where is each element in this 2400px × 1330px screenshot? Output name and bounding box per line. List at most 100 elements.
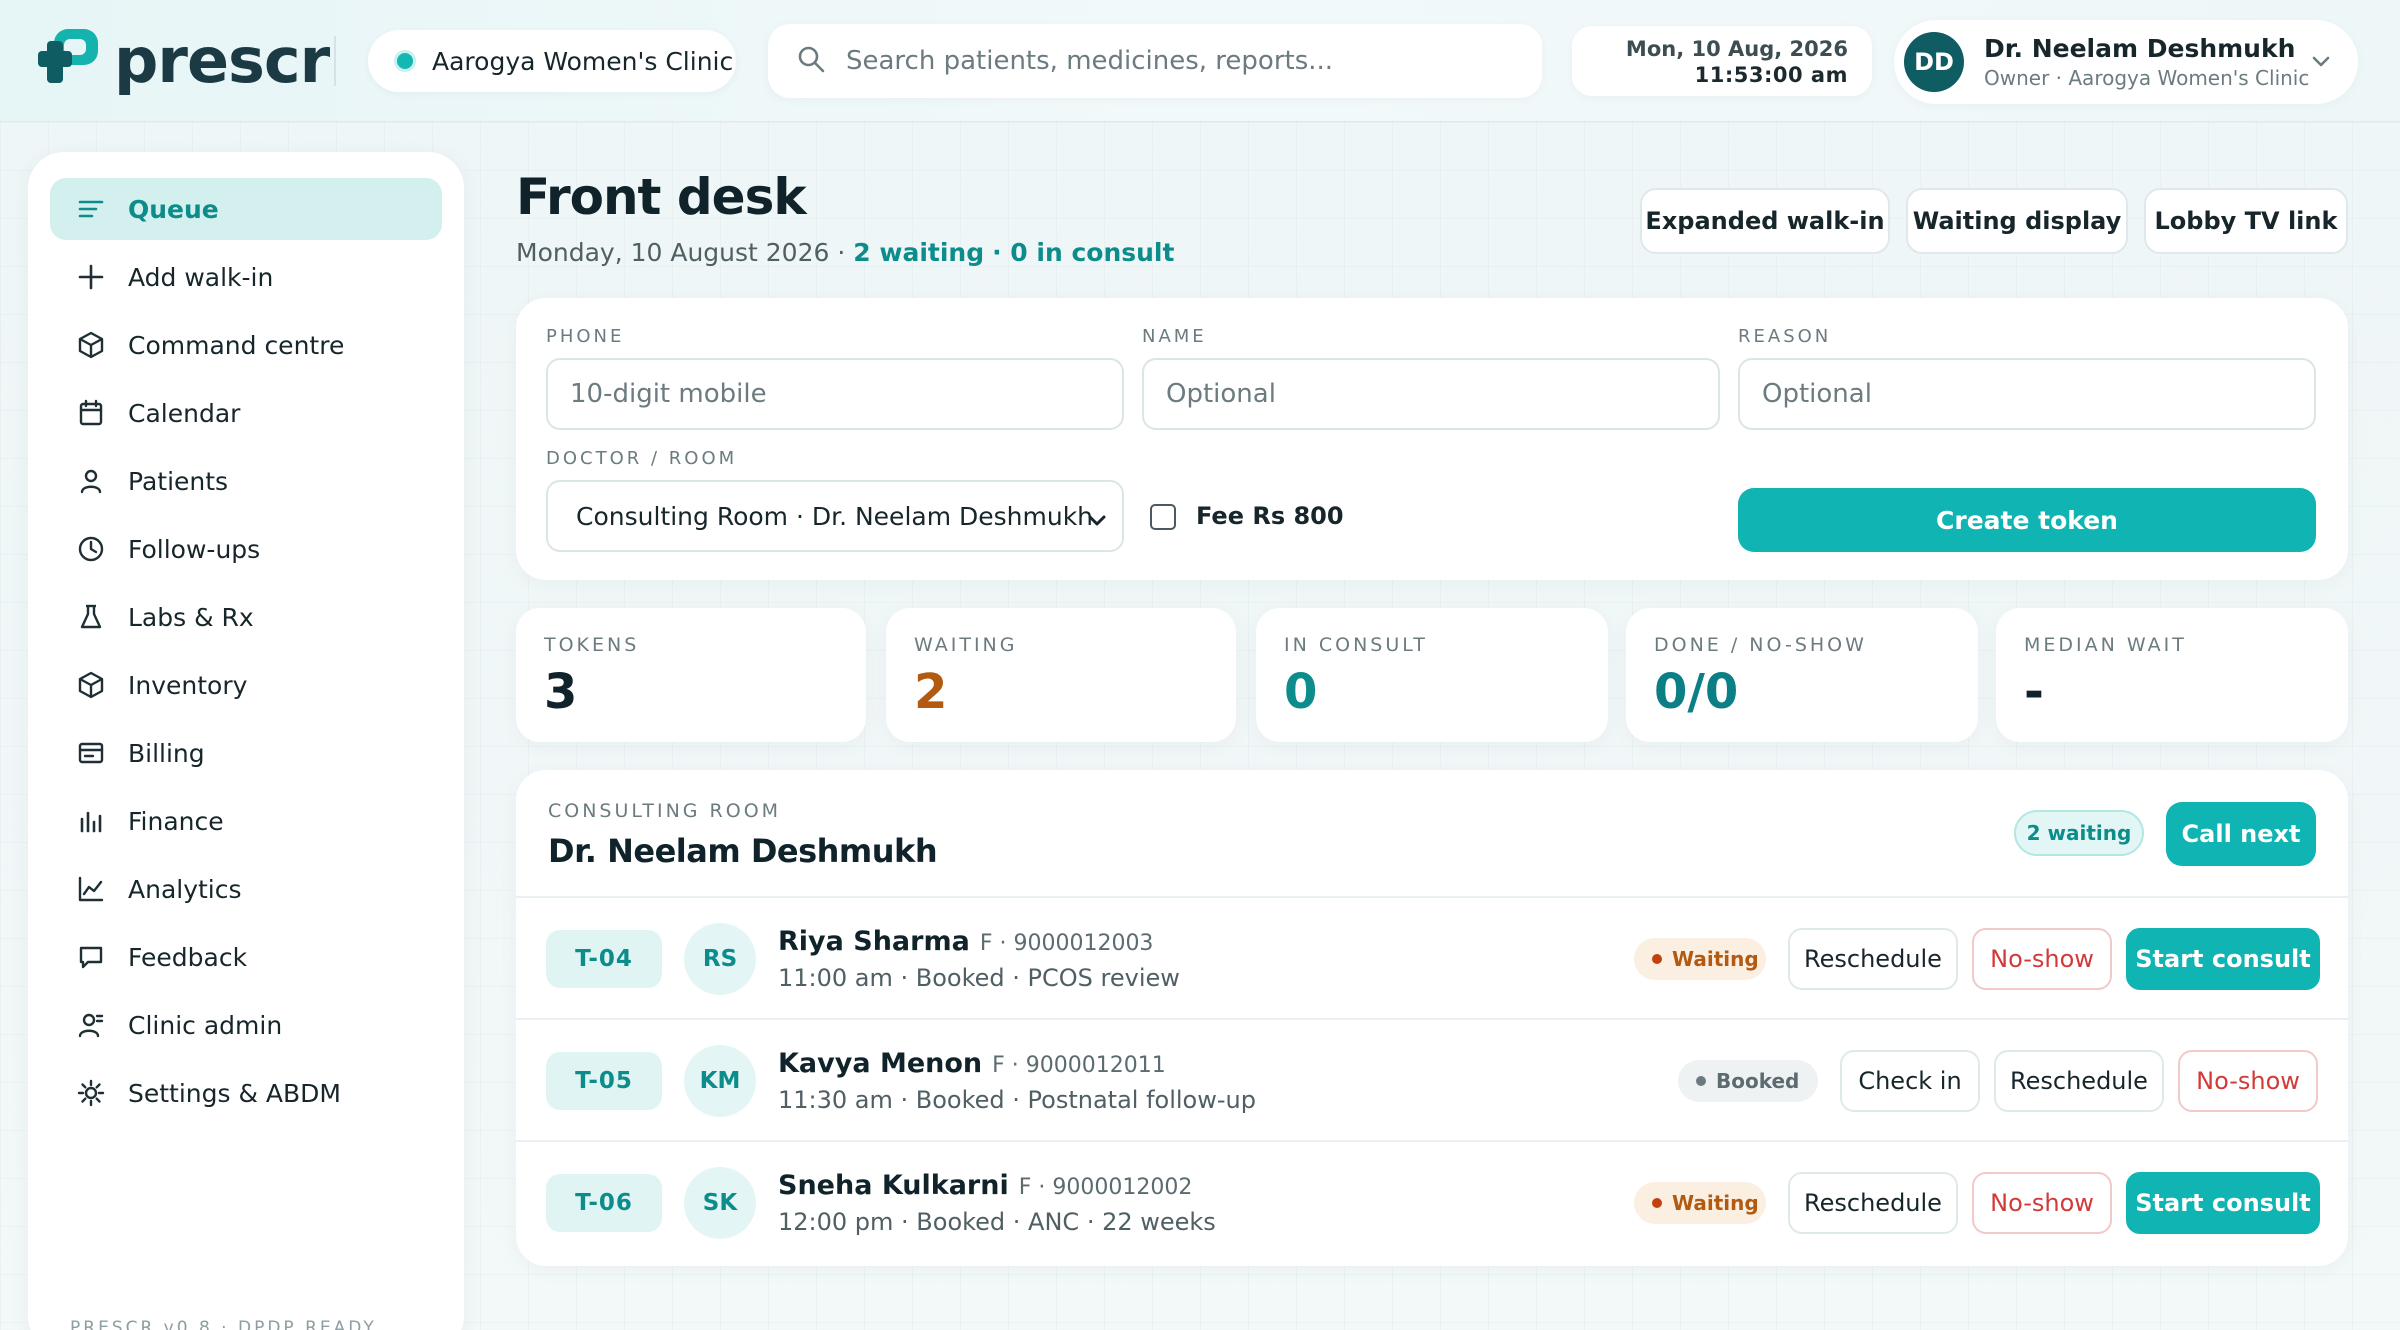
name-input[interactable] <box>1142 358 1720 430</box>
sidebar-item-billing[interactable]: Billing <box>50 722 442 784</box>
stat-median-wait: MEDIAN WAIT - <box>1996 608 2348 742</box>
patient-avatar: RS <box>684 923 756 995</box>
patient-name[interactable]: Riya Sharma F · 9000012003 <box>778 926 1153 957</box>
patient-name-text: Riya Sharma <box>778 926 970 957</box>
subtitle-separator: · <box>837 238 846 267</box>
search-bar[interactable] <box>768 24 1542 98</box>
sidebar-item-follow-ups[interactable]: Follow-ups <box>50 518 442 580</box>
status-dot-icon <box>1696 1076 1706 1086</box>
search-input[interactable] <box>846 46 1486 76</box>
sidebar-item-patients[interactable]: Patients <box>50 450 442 512</box>
user-admin-icon <box>76 1010 106 1040</box>
header-divider <box>516 896 2348 898</box>
gear-icon <box>76 1078 106 1108</box>
waiting-display-button[interactable]: Waiting display <box>1906 188 2128 254</box>
reschedule-button[interactable]: Reschedule <box>1788 928 1958 990</box>
appointment-detail: 11:00 am · Booked · PCOS review <box>778 964 1180 992</box>
sidebar-item-finance[interactable]: Finance <box>50 790 442 852</box>
sidebar-item-label: Labs & Rx <box>128 602 254 632</box>
brand-logo[interactable]: prescr <box>38 28 330 94</box>
patient-name[interactable]: Sneha Kulkarni F · 9000012002 <box>778 1170 1192 1201</box>
queue-icon <box>76 194 106 224</box>
doctor-room-label: DOCTOR / ROOM <box>546 448 738 469</box>
sidebar-item-clinic-admin[interactable]: Clinic admin <box>50 994 442 1056</box>
current-date: Mon, 10 Aug, 2026 <box>1625 37 1848 61</box>
chevron-down-icon <box>2310 50 2332 76</box>
sidebar-item-label: Patients <box>128 466 229 496</box>
patient-name-text: Sneha Kulkarni <box>778 1170 1009 1201</box>
doctor-room-selected: Consulting Room · Dr. Neelam Deshmukh <box>576 501 1094 531</box>
patient-name[interactable]: Kavya Menon F · 9000012011 <box>778 1048 1166 1079</box>
status-text: Waiting <box>1672 947 1759 971</box>
sidebar-item-add-walk-in[interactable]: Add walk-in <box>50 246 442 308</box>
sidebar-item-command-centre[interactable]: Command centre <box>50 314 442 376</box>
sidebar-item-label: Settings & ABDM <box>128 1078 342 1108</box>
consulting-room-card: CONSULTING ROOM Dr. Neelam Deshmukh 2 wa… <box>516 770 2348 1266</box>
bar-chart-icon <box>76 806 106 836</box>
sidebar-item-settings-abdm[interactable]: Settings & ABDM <box>50 1062 442 1124</box>
sidebar-item-label: Feedback <box>128 942 248 972</box>
phone-input[interactable] <box>546 358 1124 430</box>
plus-icon <box>76 262 106 292</box>
stat-label: WAITING <box>914 634 1018 656</box>
stat-value: 0 <box>1284 664 1318 720</box>
no-show-button[interactable]: No-show <box>2178 1050 2318 1112</box>
sidebar-item-calendar[interactable]: Calendar <box>50 382 442 444</box>
reason-label: REASON <box>1738 326 1832 347</box>
phone-label: PHONE <box>546 326 625 347</box>
fee-checkbox[interactable] <box>1150 504 1176 530</box>
reason-input[interactable] <box>1738 358 2316 430</box>
box-icon <box>76 670 106 700</box>
no-show-button[interactable]: No-show <box>1972 1172 2112 1234</box>
stat-value: 2 <box>914 664 948 720</box>
user-icon <box>76 466 106 496</box>
calendar-icon <box>76 398 106 428</box>
lobby-tv-link-button[interactable]: Lobby TV link <box>2144 188 2348 254</box>
doctor-room-select[interactable]: Consulting Room · Dr. Neelam Deshmukh <box>546 480 1124 552</box>
subtitle-waiting: 2 waiting <box>853 238 985 267</box>
sidebar-item-queue[interactable]: Queue <box>50 178 442 240</box>
status-text: Waiting <box>1672 1191 1759 1215</box>
stat-done-no-show: DONE / NO-SHOW 0/0 <box>1626 608 1978 742</box>
date-time-display: Mon, 10 Aug, 2026 11:53:00 am <box>1572 26 1872 96</box>
chevron-down-icon <box>1086 508 1108 537</box>
expanded-walk-in-button[interactable]: Expanded walk-in <box>1640 188 1890 254</box>
clinic-switcher[interactable]: Aarogya Women's Clinic <box>368 30 736 92</box>
reschedule-button[interactable]: Reschedule <box>1788 1172 1958 1234</box>
user-menu[interactable]: DD Dr. Neelam Deshmukh Owner · Aarogya W… <box>1894 20 2358 104</box>
sidebar-item-label: Clinic admin <box>128 1010 283 1040</box>
stat-value: - <box>2024 664 2044 720</box>
sidebar-item-inventory[interactable]: Inventory <box>50 654 442 716</box>
row-divider <box>516 1018 2348 1020</box>
row-divider <box>516 1140 2348 1142</box>
start-consult-button[interactable]: Start consult <box>2126 928 2320 990</box>
fee-label: Fee Rs 800 <box>1196 502 1344 530</box>
page-subtitle: Monday, 10 August 2026 · 2 waiting · 0 i… <box>516 238 1174 267</box>
current-time: 11:53:00 am <box>1694 63 1848 87</box>
flask-icon <box>76 602 106 632</box>
top-bar: prescr Aarogya Women's Clinic Mon, 10 Au… <box>0 0 2400 122</box>
start-consult-button[interactable]: Start consult <box>2126 1172 2320 1234</box>
room-doctor-name: Dr. Neelam Deshmukh <box>548 832 938 870</box>
stat-value: 3 <box>544 664 578 720</box>
stat-label: TOKENS <box>544 634 640 656</box>
patient-name-text: Kavya Menon <box>778 1048 983 1079</box>
status-badge: Waiting <box>1634 938 1766 980</box>
sidebar-item-label: Command centre <box>128 330 345 360</box>
stat-tokens: TOKENS 3 <box>516 608 866 742</box>
patient-avatar: KM <box>684 1045 756 1117</box>
no-show-button[interactable]: No-show <box>1972 928 2112 990</box>
sidebar-item-label: Billing <box>128 738 205 768</box>
status-dot-icon <box>1652 1198 1662 1208</box>
user-name: Dr. Neelam Deshmukh <box>1984 34 2296 63</box>
sidebar-item-analytics[interactable]: Analytics <box>50 858 442 920</box>
sidebar-item-feedback[interactable]: Feedback <box>50 926 442 988</box>
status-text: Booked <box>1716 1069 1800 1093</box>
search-icon <box>796 44 826 78</box>
check-in-button[interactable]: Check in <box>1840 1050 1980 1112</box>
reschedule-button[interactable]: Reschedule <box>1994 1050 2164 1112</box>
billing-icon <box>76 738 106 768</box>
sidebar-item-labs-rx[interactable]: Labs & Rx <box>50 586 442 648</box>
create-token-button[interactable]: Create token <box>1738 488 2316 552</box>
call-next-button[interactable]: Call next <box>2166 802 2316 866</box>
